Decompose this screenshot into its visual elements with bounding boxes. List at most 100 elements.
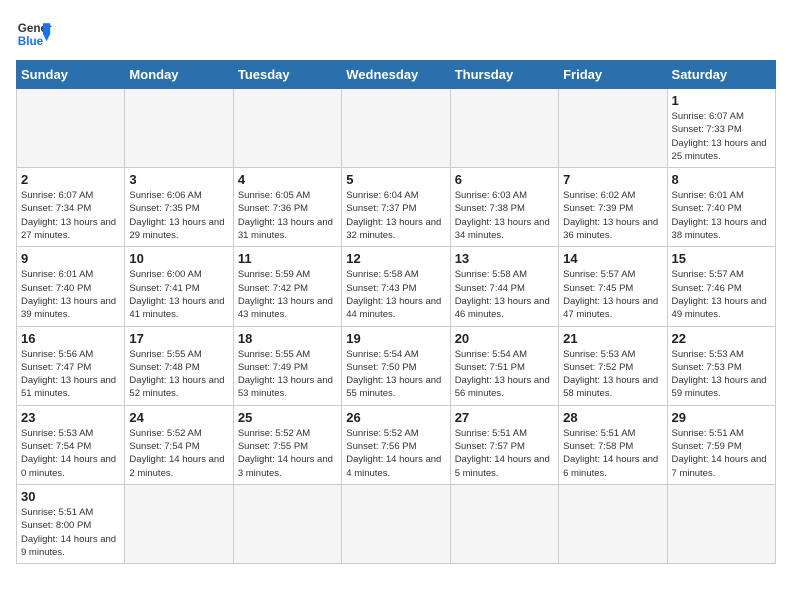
day-info: Sunrise: 6:03 AMSunset: 7:38 PMDaylight:… (455, 189, 554, 242)
day-number: 16 (21, 331, 120, 346)
day-info: Sunrise: 6:06 AMSunset: 7:35 PMDaylight:… (129, 189, 228, 242)
day-number: 24 (129, 410, 228, 425)
calendar-day-cell: 17 Sunrise: 5:55 AMSunset: 7:48 PMDayligh… (125, 326, 233, 405)
day-info: Sunrise: 5:52 AMSunset: 7:54 PMDaylight:… (129, 427, 228, 480)
day-number: 30 (21, 489, 120, 504)
calendar-day-cell: 7 Sunrise: 6:02 AMSunset: 7:39 PMDaylight… (559, 168, 667, 247)
day-number: 21 (563, 331, 662, 346)
day-number: 20 (455, 331, 554, 346)
day-info: Sunrise: 5:58 AMSunset: 7:44 PMDaylight:… (455, 268, 554, 321)
calendar-day-cell: 9 Sunrise: 6:01 AMSunset: 7:40 PMDaylight… (17, 247, 125, 326)
day-number: 8 (672, 172, 771, 187)
day-info: Sunrise: 6:01 AMSunset: 7:40 PMDaylight:… (21, 268, 120, 321)
calendar-day-cell: 23 Sunrise: 5:53 AMSunset: 7:54 PMDayligh… (17, 405, 125, 484)
calendar-day-cell (125, 89, 233, 168)
day-info: Sunrise: 5:51 AMSunset: 7:59 PMDaylight:… (672, 427, 771, 480)
weekday-header-monday: Monday (125, 61, 233, 89)
calendar-day-cell (450, 484, 558, 563)
header: General Blue (16, 16, 776, 52)
day-info: Sunrise: 5:55 AMSunset: 7:49 PMDaylight:… (238, 348, 337, 401)
day-number: 23 (21, 410, 120, 425)
weekday-header-row: SundayMondayTuesdayWednesdayThursdayFrid… (17, 61, 776, 89)
day-number: 25 (238, 410, 337, 425)
calendar-day-cell: 28 Sunrise: 5:51 AMSunset: 7:58 PMDayligh… (559, 405, 667, 484)
calendar-day-cell (667, 484, 775, 563)
day-info: Sunrise: 5:51 AMSunset: 7:57 PMDaylight:… (455, 427, 554, 480)
day-info: Sunrise: 6:07 AMSunset: 7:34 PMDaylight:… (21, 189, 120, 242)
day-number: 6 (455, 172, 554, 187)
day-info: Sunrise: 5:52 AMSunset: 7:55 PMDaylight:… (238, 427, 337, 480)
day-number: 22 (672, 331, 771, 346)
calendar-day-cell: 11 Sunrise: 5:59 AMSunset: 7:42 PMDayligh… (233, 247, 341, 326)
weekday-header-saturday: Saturday (667, 61, 775, 89)
day-info: Sunrise: 6:04 AMSunset: 7:37 PMDaylight:… (346, 189, 445, 242)
calendar-day-cell (559, 89, 667, 168)
day-number: 4 (238, 172, 337, 187)
calendar-day-cell: 1Sunrise: 6:07 AMSunset: 7:33 PMDaylight… (667, 89, 775, 168)
day-number: 19 (346, 331, 445, 346)
calendar-day-cell: 26 Sunrise: 5:52 AMSunset: 7:56 PMDayligh… (342, 405, 450, 484)
day-info: Sunrise: 5:57 AMSunset: 7:45 PMDaylight:… (563, 268, 662, 321)
day-info: Sunrise: 5:51 AMSunset: 8:00 PMDaylight:… (21, 506, 120, 559)
weekday-header-wednesday: Wednesday (342, 61, 450, 89)
calendar-day-cell: 12 Sunrise: 5:58 AMSunset: 7:43 PMDayligh… (342, 247, 450, 326)
weekday-header-sunday: Sunday (17, 61, 125, 89)
calendar-day-cell: 20Sunrise: 5:54 AMSunset: 7:51 PMDayligh… (450, 326, 558, 405)
day-info: Sunrise: 5:54 AMSunset: 7:50 PMDaylight:… (346, 348, 445, 401)
day-info: Sunrise: 5:57 AMSunset: 7:46 PMDaylight:… (672, 268, 771, 321)
calendar-day-cell: 16 Sunrise: 5:56 AMSunset: 7:47 PMDayligh… (17, 326, 125, 405)
calendar-day-cell (125, 484, 233, 563)
day-info: Sunrise: 6:02 AMSunset: 7:39 PMDaylight:… (563, 189, 662, 242)
day-info: Sunrise: 5:52 AMSunset: 7:56 PMDaylight:… (346, 427, 445, 480)
day-number: 26 (346, 410, 445, 425)
calendar-day-cell: 13 Sunrise: 5:58 AMSunset: 7:44 PMDayligh… (450, 247, 558, 326)
day-info: Sunrise: 5:51 AMSunset: 7:58 PMDaylight:… (563, 427, 662, 480)
day-number: 10 (129, 251, 228, 266)
day-number: 17 (129, 331, 228, 346)
calendar-day-cell: 29Sunrise: 5:51 AMSunset: 7:59 PMDayligh… (667, 405, 775, 484)
day-info: Sunrise: 5:58 AMSunset: 7:43 PMDaylight:… (346, 268, 445, 321)
calendar-day-cell: 27 Sunrise: 5:51 AMSunset: 7:57 PMDayligh… (450, 405, 558, 484)
calendar-day-cell: 30 Sunrise: 5:51 AMSunset: 8:00 PMDayligh… (17, 484, 125, 563)
calendar-day-cell: 5Sunrise: 6:04 AMSunset: 7:37 PMDaylight… (342, 168, 450, 247)
day-info: Sunrise: 5:56 AMSunset: 7:47 PMDaylight:… (21, 348, 120, 401)
calendar-day-cell: 4 Sunrise: 6:05 AMSunset: 7:36 PMDaylight… (233, 168, 341, 247)
calendar-week-row: 23 Sunrise: 5:53 AMSunset: 7:54 PMDayligh… (17, 405, 776, 484)
calendar-day-cell (17, 89, 125, 168)
calendar-day-cell: 24 Sunrise: 5:52 AMSunset: 7:54 PMDayligh… (125, 405, 233, 484)
calendar-day-cell: 19 Sunrise: 5:54 AMSunset: 7:50 PMDayligh… (342, 326, 450, 405)
day-info: Sunrise: 6:00 AMSunset: 7:41 PMDaylight:… (129, 268, 228, 321)
calendar-day-cell (342, 484, 450, 563)
day-number: 15 (672, 251, 771, 266)
day-info: Sunrise: 5:55 AMSunset: 7:48 PMDaylight:… (129, 348, 228, 401)
day-info: Sunrise: 5:59 AMSunset: 7:42 PMDaylight:… (238, 268, 337, 321)
day-number: 28 (563, 410, 662, 425)
day-number: 11 (238, 251, 337, 266)
day-number: 3 (129, 172, 228, 187)
day-info: Sunrise: 6:05 AMSunset: 7:36 PMDaylight:… (238, 189, 337, 242)
calendar-week-row: 30 Sunrise: 5:51 AMSunset: 8:00 PMDayligh… (17, 484, 776, 563)
calendar-day-cell (559, 484, 667, 563)
calendar-week-row: 16 Sunrise: 5:56 AMSunset: 7:47 PMDayligh… (17, 326, 776, 405)
weekday-header-friday: Friday (559, 61, 667, 89)
day-number: 2 (21, 172, 120, 187)
day-number: 14 (563, 251, 662, 266)
day-number: 13 (455, 251, 554, 266)
day-number: 9 (21, 251, 120, 266)
day-number: 18 (238, 331, 337, 346)
weekday-header-tuesday: Tuesday (233, 61, 341, 89)
day-number: 12 (346, 251, 445, 266)
day-info: Sunrise: 5:53 AMSunset: 7:54 PMDaylight:… (21, 427, 120, 480)
calendar-day-cell: 10 Sunrise: 6:00 AMSunset: 7:41 PMDayligh… (125, 247, 233, 326)
day-number: 7 (563, 172, 662, 187)
calendar-day-cell (233, 484, 341, 563)
day-info: Sunrise: 6:01 AMSunset: 7:40 PMDaylight:… (672, 189, 771, 242)
day-info: Sunrise: 5:53 AMSunset: 7:53 PMDaylight:… (672, 348, 771, 401)
day-number: 27 (455, 410, 554, 425)
calendar-day-cell: 14 Sunrise: 5:57 AMSunset: 7:45 PMDayligh… (559, 247, 667, 326)
calendar-day-cell: 18 Sunrise: 5:55 AMSunset: 7:49 PMDayligh… (233, 326, 341, 405)
calendar-day-cell: 8 Sunrise: 6:01 AMSunset: 7:40 PMDaylight… (667, 168, 775, 247)
logo: General Blue (16, 16, 52, 52)
day-info: Sunrise: 6:07 AMSunset: 7:33 PMDaylight:… (672, 110, 771, 163)
calendar-week-row: 2 Sunrise: 6:07 AMSunset: 7:34 PMDaylight… (17, 168, 776, 247)
